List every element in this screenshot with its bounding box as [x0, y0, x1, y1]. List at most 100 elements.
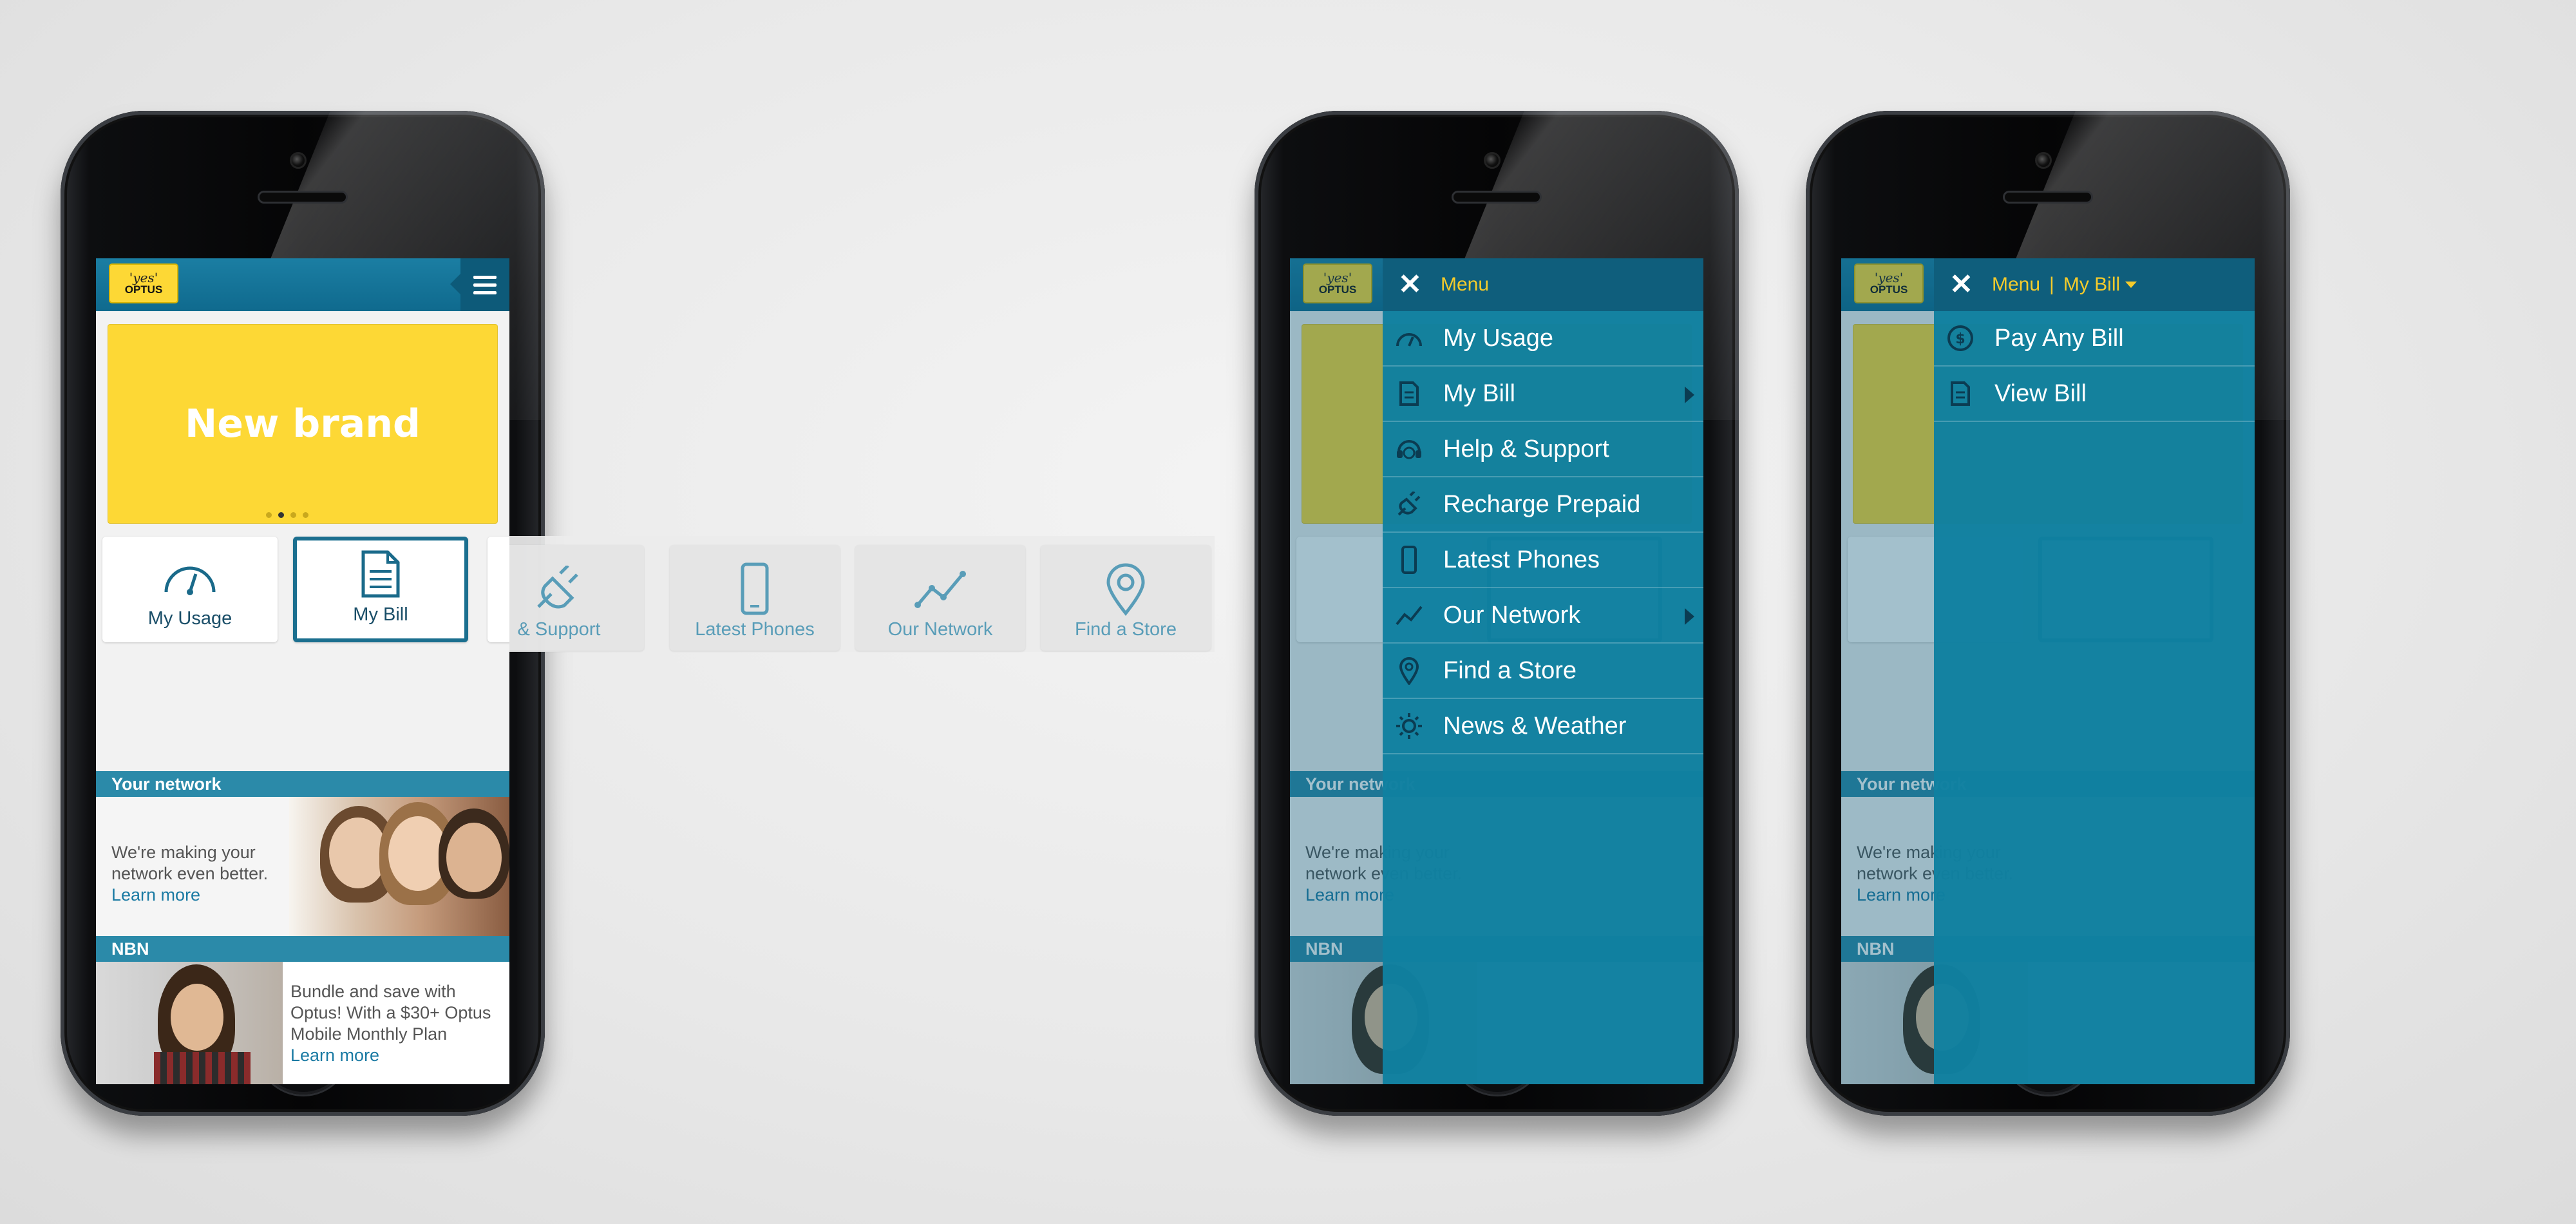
promo-line: Optus! With a $30+ Optus [290, 1003, 491, 1022]
tile-label: Latest Phones [695, 619, 815, 640]
hamburger-menu-icon[interactable] [450, 258, 509, 311]
menu-item-latest-phones[interactable]: Latest Phones [1383, 533, 1703, 588]
promo-network-text: We're making your network even better. L… [111, 842, 268, 906]
app-screen: 'yes' OPTUS Your network We're making yo… [1841, 258, 2255, 1084]
headset-icon [1393, 433, 1425, 465]
logo-yes-text: 'yes' [129, 270, 158, 285]
breadcrumb-separator: | [2049, 274, 2054, 295]
menu-item-label: News & Weather [1443, 712, 1627, 740]
app-screen: 'yes' OPTUS New brand My Usage My Bill Y… [96, 258, 509, 1084]
document-icon [1944, 378, 1976, 410]
tile-latest-phones[interactable]: Latest Phones [670, 545, 840, 651]
menu-item-our-network[interactable]: Our Network [1383, 588, 1703, 644]
earpiece-speaker [258, 191, 348, 204]
document-icon [352, 550, 410, 598]
phone-submenu-open: 'yes' OPTUS Your network We're making yo… [1806, 111, 2290, 1116]
document-icon [1393, 378, 1425, 410]
front-camera [1484, 152, 1501, 169]
menu-item-label: My Bill [1443, 379, 1515, 407]
submenu-arrow-icon [1685, 608, 1694, 625]
tile-my-usage[interactable]: My Usage [102, 537, 278, 642]
tile-my-bill[interactable]: My Bill [293, 537, 468, 642]
earpiece-speaker [2003, 191, 2093, 204]
carousel-dot[interactable] [303, 512, 308, 518]
submenu-item-pay-any-bill[interactable]: $ Pay Any Bill [1934, 311, 2255, 367]
tile-help-support[interactable] [488, 537, 509, 642]
sun-icon [1393, 710, 1425, 742]
section-heading-nbn: NBN [96, 936, 509, 962]
menu-item-news-weather[interactable]: News & Weather [1383, 699, 1703, 754]
section-heading-network: Your network [96, 771, 509, 797]
front-camera [2035, 152, 2052, 169]
close-icon[interactable]: ✕ [1398, 271, 1428, 299]
menu-header: ✕ Menu [1383, 258, 1703, 311]
promo-line: network even better. [111, 864, 269, 883]
menu-back-link[interactable]: Menu [1992, 274, 2040, 296]
menu-item-help-support[interactable]: Help & Support [1383, 422, 1703, 477]
side-submenu: ✕ Menu | My Bill $ Pay Any Bill View Bil… [1934, 258, 2255, 1084]
submenu-header: ✕ Menu | My Bill [1934, 258, 2255, 311]
earpiece-speaker [1452, 191, 1542, 204]
menu-title: Menu [1441, 274, 1490, 295]
tile-find-a-store[interactable]: Find a Store [1041, 545, 1211, 651]
menu-item-label: Our Network [1443, 601, 1581, 629]
tile-label: Find a Store [1075, 619, 1177, 640]
tile-our-network[interactable]: Our Network [855, 545, 1025, 651]
carousel-dot[interactable] [290, 512, 296, 518]
phone-home-screen: 'yes' OPTUS New brand My Usage My Bill Y… [61, 111, 545, 1116]
submenu-arrow-icon [1685, 387, 1694, 403]
hero-banner[interactable]: New brand [108, 324, 498, 524]
submenu-title[interactable]: My Bill [2063, 274, 2120, 296]
learn-more-link[interactable]: Learn more [111, 885, 268, 906]
location-pin-icon [1393, 655, 1425, 687]
phone-icon [726, 562, 784, 615]
svg-text:$: $ [1955, 331, 1965, 347]
promo-nbn[interactable]: Bundle and save with Optus! With a $30+ … [96, 962, 509, 1084]
caret-down-icon[interactable] [2125, 282, 2137, 288]
promo-line: Bundle and save with [290, 982, 456, 1001]
dollar-coin-icon: $ [1944, 322, 1976, 354]
menu-item-find-a-store[interactable]: Find a Store [1383, 644, 1703, 699]
optus-logo[interactable]: 'yes' OPTUS [109, 263, 178, 303]
plug-icon [530, 566, 588, 611]
app-header: 'yes' OPTUS [96, 258, 509, 311]
menu-item-label: Latest Phones [1443, 546, 1600, 573]
carousel-dot[interactable] [266, 512, 272, 518]
promo-line: Mobile Monthly Plan [290, 1024, 448, 1044]
carousel-dot-active[interactable] [278, 512, 284, 518]
menu-item-recharge-prepaid[interactable]: Recharge Prepaid [1383, 477, 1703, 533]
gauge-icon [1393, 322, 1425, 354]
phone-menu-open: 'yes' OPTUS Your network We're making yo… [1255, 111, 1739, 1116]
plug-icon [1393, 488, 1425, 521]
tile-label: & Support [517, 619, 601, 640]
banner-title: New brand [185, 401, 421, 446]
tile-label: My Usage [147, 608, 232, 629]
friends-photo [289, 797, 509, 936]
menu-item-label: My Usage [1443, 324, 1554, 352]
app-screen: 'yes' OPTUS Your network We're making yo… [1290, 258, 1703, 1084]
carousel-dots [266, 512, 308, 518]
menu-item-label: View Bill [1994, 379, 2087, 407]
learn-more-link[interactable]: Learn more [290, 1045, 491, 1066]
promo-nbn-text: Bundle and save with Optus! With a $30+ … [290, 981, 491, 1066]
gauge-icon [161, 555, 219, 600]
side-menu: ✕ Menu My Usage My Bill Help & Support R… [1383, 258, 1703, 1084]
promo-line: We're making your [111, 843, 256, 862]
menu-item-my-usage[interactable]: My Usage [1383, 311, 1703, 367]
front-camera [290, 152, 307, 169]
logo-optus-text: OPTUS [124, 283, 163, 296]
submenu-item-view-bill[interactable]: View Bill [1934, 367, 2255, 422]
tile-label: My Bill [353, 604, 408, 625]
menu-item-my-bill[interactable]: My Bill [1383, 367, 1703, 422]
close-icon[interactable]: ✕ [1949, 271, 1979, 299]
quick-links-carousel-overflow: & Support Latest Phones Our Network Find… [474, 536, 1215, 652]
network-graph-icon [1393, 599, 1425, 631]
menu-item-label: Find a Store [1443, 656, 1577, 684]
phone-icon [1393, 544, 1425, 576]
tile-label: Our Network [887, 619, 993, 640]
promo-network[interactable]: We're making your network even better. L… [96, 797, 509, 936]
man-on-phone-photo [96, 962, 283, 1084]
menu-item-label: Pay Any Bill [1994, 324, 2124, 352]
menu-item-label: Help & Support [1443, 435, 1609, 463]
menu-item-label: Recharge Prepaid [1443, 490, 1641, 518]
